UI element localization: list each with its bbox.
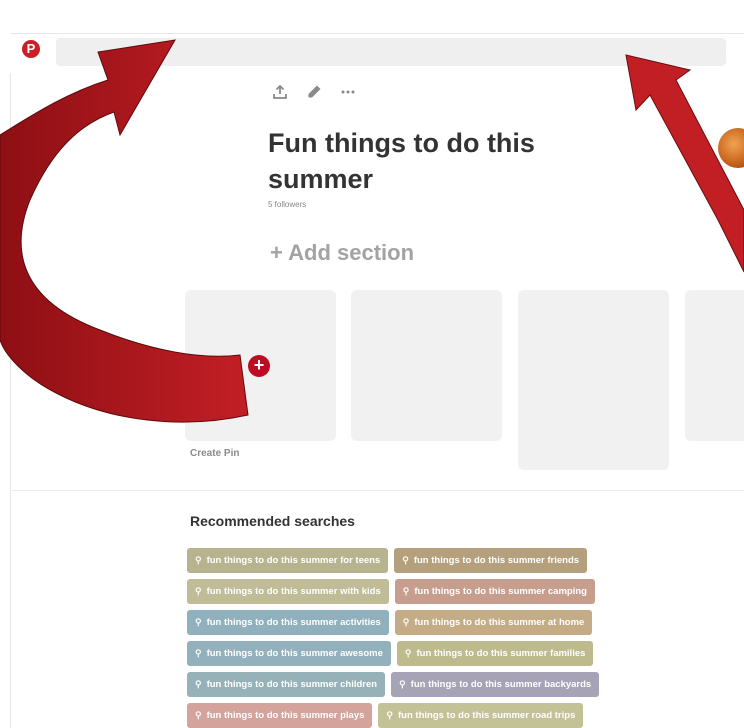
recommended-search-chip[interactable]: ⚲ fun things to do this summer backyards <box>391 672 600 697</box>
recommended-searches-list: ⚲ fun things to do this summer for teens ⚲… <box>187 548 657 728</box>
chip-label: fun things to do this summer with kids <box>206 586 381 597</box>
search-icon: ⚲ <box>402 586 410 596</box>
search-icon: ⚲ <box>399 679 406 689</box>
search-icon: ⚲ <box>195 617 202 627</box>
chip-label: fun things to do this summer families <box>416 648 586 659</box>
chip-label: fun things to do this summer for teens <box>206 555 381 566</box>
chip-label: fun things to do this summer backyards <box>410 679 592 690</box>
recommended-search-chip[interactable]: ⚲ fun things to do this summer friends <box>394 548 588 573</box>
recommended-search-chip[interactable]: ⚲ fun things to do this summer families <box>396 641 594 666</box>
board-title: Fun things to do this summer <box>268 128 535 194</box>
chip-label: fun things to do this summer road trips <box>398 710 576 721</box>
chip-label: fun things to do this summer children <box>206 679 378 690</box>
recommended-search-chip[interactable]: ⚲ fun things to do this summer road trips <box>378 703 584 728</box>
chip-label: fun things to do this summer plays <box>206 710 365 721</box>
recommended-search-chip[interactable]: ⚲ fun things to do this summer at home <box>394 610 593 635</box>
recommended-search-chip[interactable]: ⚲ fun things to do this summer children <box>187 672 386 697</box>
board-actions <box>270 84 358 100</box>
search-icon: ⚲ <box>195 586 202 596</box>
recommended-search-chip[interactable]: ⚲ fun things to do this summer activities <box>187 610 389 635</box>
chip-label: fun things to do this summer at home <box>414 617 585 628</box>
chip-row: ⚲ fun things to do this summer awesome ⚲ fu… <box>187 641 657 666</box>
search-icon: ⚲ <box>402 617 410 627</box>
create-pin-label: Create Pin <box>190 448 240 459</box>
search-icon: ⚲ <box>386 710 394 720</box>
chip-label: fun things to do this summer awesome <box>206 648 383 659</box>
recommended-search-chip[interactable]: ⚲ fun things to do this summer for teens <box>187 548 389 573</box>
chip-row: ⚲ fun things to do this summer plays ⚲ fun … <box>187 703 657 728</box>
search-icon: ⚲ <box>195 555 202 565</box>
chip-row: ⚲ fun things to do this summer activities… <box>187 610 657 635</box>
chip-row: ⚲ fun things to do this summer children ⚲ f… <box>187 672 657 697</box>
search-icon: ⚲ <box>195 710 202 720</box>
chip-row: ⚲ fun things to do this summer with kids ⚲… <box>187 579 657 604</box>
search-icon: ⚲ <box>195 648 202 658</box>
add-section-button[interactable]: + Add section <box>270 240 414 266</box>
chip-label: fun things to do this summer activities <box>206 617 381 628</box>
chip-row: ⚲ fun things to do this summer for teens ⚲… <box>187 548 657 573</box>
edit-icon[interactable] <box>304 84 324 100</box>
chip-label: fun things to do this summer camping <box>414 586 587 597</box>
recommended-search-chip[interactable]: ⚲ fun things to do this summer with kids <box>187 579 389 604</box>
recommended-searches-heading: Recommended searches <box>190 513 355 529</box>
recommended-search-chip[interactable]: ⚲ fun things to do this summer plays <box>187 703 373 728</box>
pin-placeholder <box>351 290 502 441</box>
search-icon: ⚲ <box>404 648 412 658</box>
search-input[interactable] <box>56 38 726 66</box>
share-icon[interactable] <box>270 84 290 100</box>
more-icon[interactable] <box>338 84 358 100</box>
search-icon: ⚲ <box>195 679 202 689</box>
recommended-search-chip[interactable]: ⚲ fun things to do this summer camping <box>394 579 595 604</box>
search-icon: ⚲ <box>402 555 409 565</box>
pinterest-logo-icon[interactable]: P <box>22 40 40 58</box>
recommended-search-chip[interactable]: ⚲ fun things to do this summer awesome <box>187 641 391 666</box>
pin-placeholder <box>518 290 669 470</box>
divider <box>10 490 744 491</box>
pin-placeholder <box>685 290 744 441</box>
chip-label: fun things to do this summer friends <box>413 555 580 566</box>
followers-count[interactable]: 5 followers <box>268 200 306 209</box>
add-icon[interactable]: + <box>248 355 270 377</box>
